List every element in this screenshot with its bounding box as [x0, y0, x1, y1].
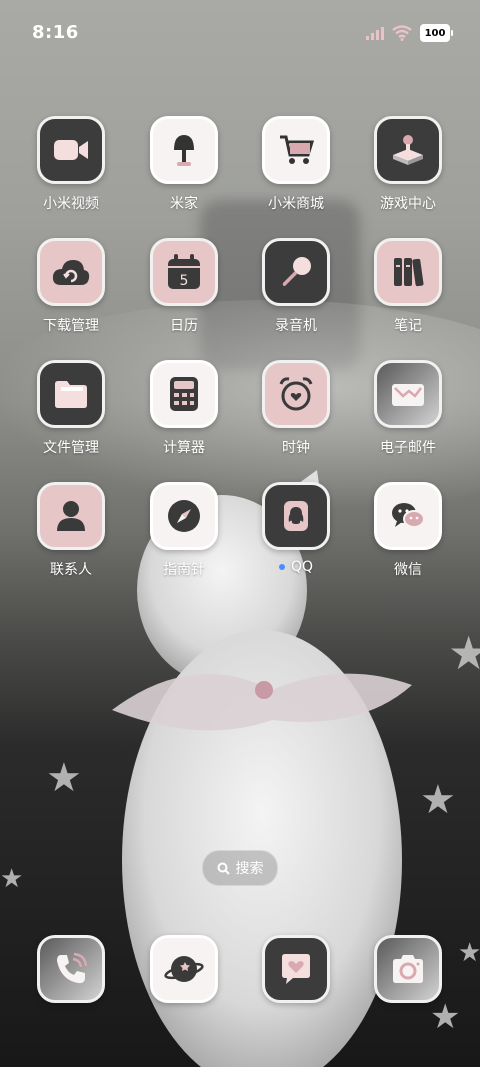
wechat-icon [374, 482, 442, 550]
cloud-refresh-icon [37, 238, 105, 306]
qq-icon [262, 482, 330, 550]
search-label: 搜索 [235, 861, 264, 877]
wifi-icon [392, 25, 412, 41]
search-icon [217, 862, 230, 875]
mail-icon [374, 360, 442, 428]
app-label: 小米商城 [268, 196, 324, 212]
wallpaper-star: ★ [430, 997, 461, 1037]
microphone-icon [262, 238, 330, 306]
app-contacts[interactable]: 联系人 [15, 482, 127, 579]
battery-level: 100 [424, 27, 446, 39]
app-calendar[interactable]: 5 日历 [128, 238, 240, 335]
browser-planet-icon [150, 935, 218, 1003]
app-recorder[interactable]: 录音机 [240, 238, 352, 335]
app-compass[interactable]: 指南针 [128, 482, 240, 579]
app-clock[interactable]: 时钟 [240, 360, 352, 457]
app-download-manager[interactable]: 下载管理 [15, 238, 127, 335]
app-label: 游戏中心 [380, 196, 436, 212]
app-label: 下载管理 [43, 318, 99, 334]
new-install-dot [278, 564, 285, 570]
app-mijia[interactable]: 米家 [128, 116, 240, 213]
status-time: 8:16 [32, 22, 79, 43]
app-label: 文件管理 [43, 440, 99, 456]
message-heart-icon [262, 935, 330, 1003]
app-label: 指南针 [163, 562, 205, 578]
app-xiaomi-video[interactable]: 小米视频 [15, 116, 127, 213]
app-label: 电子邮件 [380, 440, 436, 456]
folder-icon [37, 360, 105, 428]
status-icons: 100 [366, 24, 453, 42]
app-file-manager[interactable]: 文件管理 [15, 360, 127, 457]
camera-icon [374, 935, 442, 1003]
app-label: 笔记 [394, 318, 422, 334]
app-label: 时钟 [282, 440, 310, 456]
app-label: 米家 [170, 196, 198, 212]
app-label: 微信 [394, 562, 422, 578]
app-label: QQ [240, 559, 352, 575]
app-label: 联系人 [50, 562, 92, 578]
search-button[interactable]: 搜索 [202, 850, 278, 886]
app-label: 小米视频 [43, 196, 99, 212]
app-calculator[interactable]: 计算器 [128, 360, 240, 457]
app-label-text: QQ [290, 559, 314, 575]
battery-icon: 100 [420, 24, 453, 42]
dock-camera[interactable] [352, 935, 464, 1003]
app-qq[interactable]: QQ [240, 482, 352, 575]
wallpaper-star: ★ [0, 864, 24, 894]
home-screen: ★ ★ ★ ★ ★ ★ 8:16 100 小米视频 米家 小米商城 游戏中心 下… [0, 0, 480, 1067]
wallpaper-star: ★ [46, 755, 82, 801]
calendar-day: 5 [180, 273, 189, 289]
app-label: 录音机 [275, 318, 317, 334]
dock-messages[interactable] [240, 935, 352, 1003]
app-notes[interactable]: 笔记 [352, 238, 464, 335]
lamp-icon [150, 116, 218, 184]
app-mi-store[interactable]: 小米商城 [240, 116, 352, 213]
contact-icon [37, 482, 105, 550]
alarm-clock-icon [262, 360, 330, 428]
app-wechat[interactable]: 微信 [352, 482, 464, 579]
wallpaper-star: ★ [420, 777, 456, 823]
notes-icon [374, 238, 442, 306]
calendar-icon: 5 [150, 238, 218, 306]
dock-phone[interactable] [15, 935, 127, 1003]
app-email[interactable]: 电子邮件 [352, 360, 464, 457]
compass-icon [150, 482, 218, 550]
video-camera-icon [37, 116, 105, 184]
signal-icon [366, 27, 384, 40]
dock-browser[interactable] [128, 935, 240, 1003]
app-game-center[interactable]: 游戏中心 [352, 116, 464, 213]
calculator-icon [150, 360, 218, 428]
joystick-icon [374, 116, 442, 184]
phone-icon [37, 935, 105, 1003]
status-bar: 8:16 100 [0, 0, 480, 64]
app-label: 计算器 [163, 440, 205, 456]
app-label: 日历 [170, 318, 198, 334]
wallpaper-star: ★ [448, 626, 480, 680]
shopping-cart-icon [262, 116, 330, 184]
